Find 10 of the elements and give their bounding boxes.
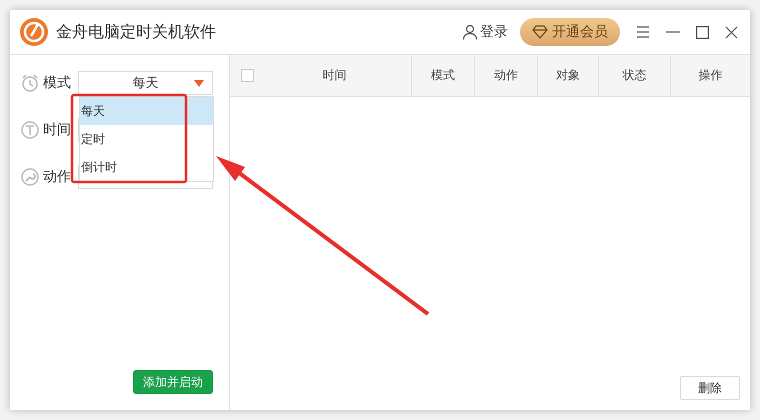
column-header: 时间 xyxy=(322,67,348,84)
window-title: 金舟电脑定时关机软件 xyxy=(56,22,217,42)
field-label: 动作 xyxy=(43,168,71,186)
column-header: 操作 xyxy=(670,55,750,96)
column-header: 状态 xyxy=(598,55,670,96)
column-header: 动作 xyxy=(474,55,537,96)
column-header: 对象 xyxy=(537,55,598,96)
field-label: 模式 xyxy=(43,74,71,92)
column-header: 模式 xyxy=(411,55,474,96)
field-label: 时间 xyxy=(43,121,71,139)
